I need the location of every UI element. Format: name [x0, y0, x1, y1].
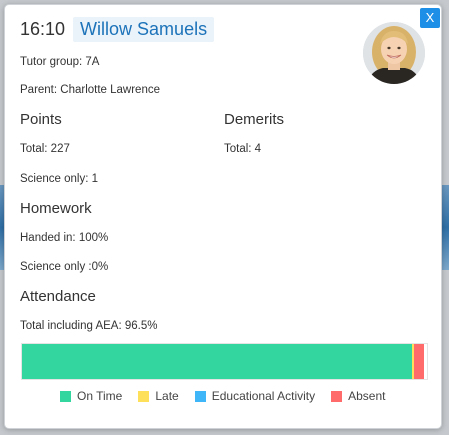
attendance-legend: On Time Late Educational Activity Absent [60, 389, 401, 403]
legend-swatch [331, 390, 343, 402]
student-name[interactable]: Willow Samuels [73, 17, 215, 42]
legend-swatch [60, 390, 71, 402]
legend-label: Absent [348, 389, 386, 403]
legend-swatch [138, 390, 150, 402]
points-science: Science only: 1 [20, 173, 98, 185]
attendance-segment-absent [414, 344, 425, 379]
attendance-segment-on-time [22, 344, 412, 379]
legend-item-late: Late [138, 389, 179, 403]
legend-item-educational-activity: Educational Activity [194, 389, 316, 403]
legend-item-on-time: On Time [60, 389, 122, 403]
demerits-total: Total: 4 [224, 143, 262, 155]
close-button[interactable]: X [420, 8, 440, 28]
lesson-time: 16:10 [20, 19, 66, 39]
legend-swatch [194, 390, 206, 402]
modal-header: 16:10 Willow Samuels [20, 17, 215, 42]
points-heading: Points [20, 111, 62, 128]
attendance-heading: Attendance [20, 288, 96, 305]
homework-handed-in: Handed in: 100% [20, 232, 109, 244]
legend-label: On Time [77, 389, 123, 403]
student-photo [363, 22, 425, 84]
legend-label: Late [155, 389, 179, 403]
attendance-bar [21, 343, 428, 380]
student-avatar [363, 22, 425, 84]
demerits-heading: Demerits [224, 111, 285, 128]
points-total: Total: 227 [20, 143, 70, 155]
legend-label: Educational Activity [211, 389, 316, 403]
student-info-modal: X 16:10 Willow Samuels Tutor group: 7A P… [4, 4, 442, 429]
parent-name: Parent: Charlotte Lawrence [20, 84, 160, 96]
tutor-group: Tutor group: 7A [20, 56, 100, 68]
homework-science: Science only :0% [20, 261, 109, 273]
homework-heading: Homework [20, 200, 92, 217]
attendance-total: Total including AEA: 96.5% [20, 320, 158, 332]
legend-item-absent: Absent [331, 389, 385, 403]
